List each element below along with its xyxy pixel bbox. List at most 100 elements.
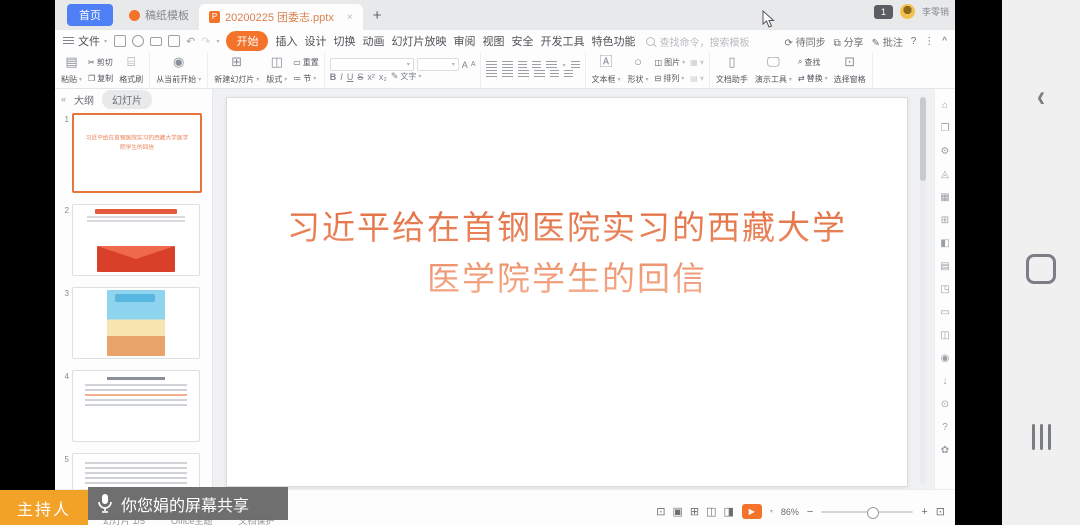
layout-button[interactable]: ◫ 版式▾: [265, 54, 288, 86]
printer-icon[interactable]: [150, 37, 162, 46]
comment-button[interactable]: ✎ 批注: [872, 34, 903, 49]
user-avatar[interactable]: [900, 4, 915, 19]
subscript-button[interactable]: x₂: [379, 72, 387, 82]
section-button[interactable]: ≔ 节▾: [293, 73, 319, 84]
slide-sorter-icon[interactable]: ⊞: [690, 505, 699, 518]
tab-home-ribbon[interactable]: 开始: [226, 31, 268, 51]
play-from-current-button[interactable]: ◉ 从当前开始▾: [155, 54, 202, 86]
tab-transition[interactable]: 切换: [333, 33, 355, 49]
bullet-list-icon[interactable]: [486, 61, 497, 70]
undo-icon[interactable]: ↶: [186, 35, 195, 48]
reading-view-icon[interactable]: ◫: [706, 505, 716, 518]
save-icon[interactable]: [114, 35, 126, 47]
tab-design[interactable]: 设计: [304, 33, 326, 49]
download-panel-icon[interactable]: ↓: [943, 371, 948, 392]
grid-panel-icon[interactable]: ⊞: [941, 210, 949, 231]
presentation-tools-button[interactable]: 🖵 演示工具▾: [754, 54, 793, 86]
more-commands-icon[interactable]: ▾: [216, 38, 219, 45]
tab-view[interactable]: 视图: [482, 33, 504, 49]
align-center-icon[interactable]: [502, 70, 513, 79]
document-tab[interactable]: P 20200225 团委志.pptx ×: [199, 4, 363, 30]
current-slide[interactable]: 习近平给在首钢医院实习的西藏大学 医学院学生的回信: [226, 97, 908, 487]
settings-panel-icon[interactable]: ⚙: [941, 141, 950, 162]
slide-thumbnail-1-selected[interactable]: 习近平给在首钢医院实习的西藏大学医学院学生的回信: [72, 113, 202, 193]
back-icon[interactable]: ‹: [1037, 80, 1045, 114]
image-panel-icon[interactable]: ◉: [941, 348, 950, 369]
list-panel-icon[interactable]: ▤: [940, 256, 949, 277]
copy-button[interactable]: ❐ 复制: [88, 73, 113, 84]
export-panel-icon[interactable]: ▭: [940, 302, 949, 323]
slide-title[interactable]: 习近平给在首钢医院实习的西藏大学 医学院学生的回信: [227, 202, 907, 304]
font-family-select[interactable]: ▾: [330, 58, 414, 71]
underline-button[interactable]: U: [347, 72, 354, 82]
screen-share-banner[interactable]: 你您娟的屏幕共享: [88, 487, 288, 520]
window-count-badge[interactable]: 1: [874, 5, 893, 19]
clipboard-panel-icon[interactable]: ◳: [940, 279, 949, 300]
text-direction-icon[interactable]: [564, 70, 573, 79]
text-box-button[interactable]: 🄰 文本框▾: [591, 54, 622, 86]
increase-font-icon[interactable]: A: [462, 60, 468, 70]
tab-special-features[interactable]: 特色功能: [591, 33, 635, 49]
table-panel-icon[interactable]: ▦: [940, 187, 949, 208]
layers-panel-icon[interactable]: ❐: [941, 118, 950, 139]
tab-review[interactable]: 审阅: [453, 33, 475, 49]
command-search-input[interactable]: 查找命令，搜索模板: [646, 34, 749, 49]
close-tab-icon[interactable]: ×: [347, 12, 353, 23]
slide-thumbnail-3[interactable]: [72, 287, 200, 359]
file-menu-button[interactable]: 文件 ▾: [63, 33, 107, 49]
paste-button[interactable]: ▤ 粘贴▾: [60, 54, 83, 86]
slide-canvas[interactable]: 习近平给在首钢医院实习的西藏大学 医学院学生的回信: [213, 89, 934, 489]
zoom-slider-knob[interactable]: [867, 507, 879, 519]
help-panel-icon[interactable]: ?: [942, 417, 948, 438]
find-button[interactable]: ⌕ 查找: [798, 57, 828, 68]
strikethrough-button[interactable]: S: [357, 72, 363, 82]
sync-status[interactable]: ⟳ 待同步: [784, 34, 825, 49]
slides-tab[interactable]: 幻灯片: [102, 90, 152, 109]
slideshow-play-button[interactable]: ▶: [742, 504, 762, 519]
line-spacing-icon[interactable]: [546, 61, 557, 70]
decrease-font-icon[interactable]: A: [471, 61, 476, 68]
reset-button[interactable]: ▭ 重置: [293, 57, 319, 68]
slide-thumbnail-4[interactable]: [72, 370, 200, 442]
superscript-button[interactable]: x²: [367, 72, 375, 82]
scrollbar-thumb[interactable]: [920, 97, 926, 181]
distribute-text-icon[interactable]: [550, 70, 559, 79]
font-size-select[interactable]: ▾: [417, 58, 459, 71]
slide-thumbnail-2[interactable]: [72, 204, 200, 276]
home-tab[interactable]: 首页: [67, 4, 113, 26]
new-tab-button[interactable]: +: [373, 7, 382, 24]
collapse-panel-icon[interactable]: «: [61, 94, 66, 104]
normal-view-icon[interactable]: ▣: [672, 505, 682, 518]
template-tab[interactable]: 稿纸模板: [119, 3, 199, 27]
gear-panel-icon[interactable]: ✿: [941, 440, 949, 461]
italic-button[interactable]: I: [340, 72, 343, 82]
outline-tab[interactable]: 大纲: [74, 92, 94, 107]
cut-button[interactable]: ✂ 剪切: [88, 57, 113, 68]
tab-slideshow[interactable]: 幻灯片放映: [391, 33, 446, 49]
justify-icon[interactable]: [534, 70, 545, 79]
shapes-button[interactable]: ○ 形状▾: [627, 54, 650, 86]
fit-to-window-icon[interactable]: ⊡: [936, 505, 945, 518]
align-left-icon[interactable]: [486, 70, 497, 79]
zoom-out-button[interactable]: −: [807, 506, 813, 518]
columns-icon[interactable]: [571, 61, 580, 70]
indent-decrease-icon[interactable]: [518, 61, 527, 70]
tab-animation[interactable]: 动画: [362, 33, 384, 49]
collapse-ribbon-icon[interactable]: ^: [942, 36, 947, 47]
export-icon[interactable]: [168, 35, 180, 47]
play-options-icon[interactable]: ▾: [770, 508, 773, 515]
align-right-icon[interactable]: [518, 70, 529, 79]
arrange-button[interactable]: ⊟ 排列▾: [655, 73, 686, 84]
vertical-scrollbar[interactable]: [920, 97, 926, 485]
slide-thumbnail-5[interactable]: [72, 453, 200, 489]
text-effect-button[interactable]: ✎ 文字▾: [391, 71, 422, 82]
new-slide-button[interactable]: ⊞ 新建幻灯片▾: [213, 54, 260, 86]
notes-view-icon[interactable]: ◨: [723, 505, 733, 518]
tab-dev-tools[interactable]: 开发工具: [540, 33, 584, 49]
chart-panel-icon[interactable]: ◧: [940, 233, 949, 254]
zoom-level[interactable]: 86%: [781, 507, 799, 517]
home-icon[interactable]: [1026, 254, 1056, 284]
home-panel-icon[interactable]: ⌂: [942, 95, 948, 116]
zoom-in-button[interactable]: +: [921, 506, 927, 518]
zoom-slider[interactable]: [821, 511, 913, 513]
